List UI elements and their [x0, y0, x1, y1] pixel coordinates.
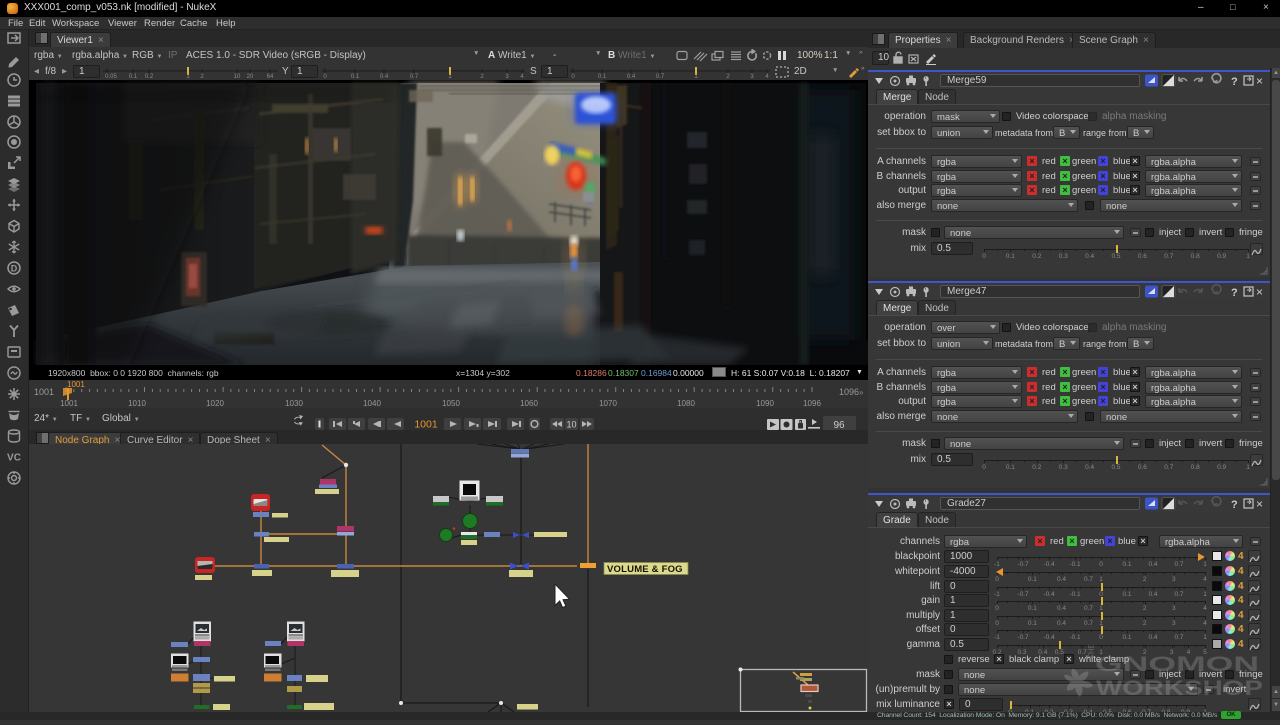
svg-text:1010: 1010 [128, 399, 146, 408]
svg-text:×: × [1256, 285, 1263, 299]
svg-text:1050: 1050 [442, 399, 460, 408]
svg-text:1070: 1070 [599, 399, 617, 408]
svg-text:1090: 1090 [756, 399, 774, 408]
svg-text:3: 3 [505, 74, 509, 79]
svg-text:1001: 1001 [60, 399, 78, 408]
svg-text:0.2: 0.2 [145, 74, 154, 79]
svg-text:10: 10 [234, 74, 241, 79]
svg-text:×: × [1256, 74, 1263, 88]
svg-text:?: ? [1231, 287, 1238, 299]
svg-text:1080: 1080 [677, 399, 695, 408]
svg-text:×: × [1256, 497, 1263, 511]
svg-text:1040: 1040 [363, 399, 381, 408]
svg-text:0.7: 0.7 [656, 74, 665, 79]
svg-text:0.05: 0.05 [105, 74, 117, 79]
svg-text:WORKSHOP: WORKSHOP [1096, 677, 1263, 700]
svg-text:96: 96 [833, 420, 845, 430]
svg-text:2: 2 [200, 74, 204, 79]
svg-text:4: 4 [765, 74, 769, 79]
svg-text:0.4: 0.4 [627, 74, 636, 79]
svg-text:1060: 1060 [520, 399, 538, 408]
svg-text:1001: 1001 [414, 419, 438, 431]
svg-text:1: 1 [694, 74, 698, 79]
svg-text:4: 4 [520, 74, 524, 79]
svg-text:0: 0 [571, 74, 575, 79]
svg-text:0.1: 0.1 [598, 74, 607, 79]
svg-text:2: 2 [480, 74, 484, 79]
svg-text:0.1: 0.1 [129, 74, 138, 79]
svg-text:?: ? [1231, 76, 1238, 88]
svg-text:0: 0 [323, 74, 327, 79]
svg-text:VOLUME & FOG: VOLUME & FOG [607, 564, 683, 575]
svg-text:0.7: 0.7 [410, 74, 419, 79]
svg-text:1001: 1001 [67, 380, 85, 389]
svg-text:20: 20 [247, 74, 254, 79]
svg-text:1: 1 [448, 74, 452, 79]
svg-text:1020: 1020 [206, 399, 224, 408]
svg-text:2: 2 [726, 74, 730, 79]
svg-text:0.4: 0.4 [380, 74, 389, 79]
svg-text:1096: 1096 [803, 399, 821, 408]
svg-text:D: D [11, 264, 18, 274]
svg-text:1030: 1030 [285, 399, 303, 408]
svg-text:64: 64 [267, 74, 274, 79]
svg-text:?: ? [1231, 499, 1238, 511]
svg-text:VC: VC [7, 453, 21, 464]
svg-text:3: 3 [750, 74, 754, 79]
svg-text:0.1: 0.1 [351, 74, 360, 79]
svg-text:1: 1 [186, 74, 190, 79]
svg-text:GNOMON: GNOMON [1095, 653, 1259, 676]
svg-text:10: 10 [566, 420, 576, 430]
